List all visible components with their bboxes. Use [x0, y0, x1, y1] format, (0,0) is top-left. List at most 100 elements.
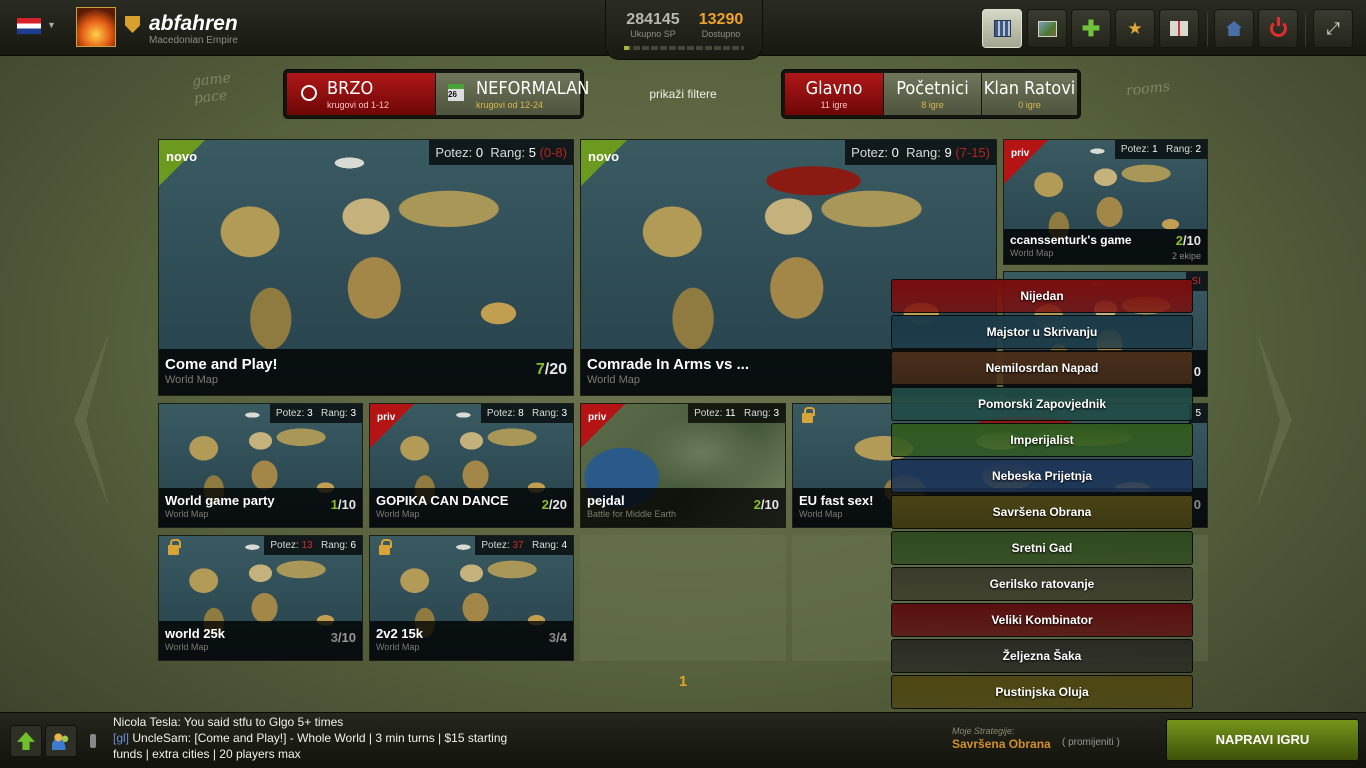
game-title: 2v2 15k	[376, 626, 423, 641]
turn-label: Potez:	[486, 408, 516, 419]
upgrade-button[interactable]	[10, 725, 42, 757]
game-card[interactable]: Potez: 13 Rang: 6 world 25k World Map 3/…	[158, 535, 363, 661]
game-footer: pejdal Battle for Middle Earth 2/10	[581, 488, 785, 527]
pace-slow-option[interactable]: 26 NEFORMALAN krugovi od 12-24	[436, 73, 589, 115]
strategy-option[interactable]: Pomorski Zapovjednik	[891, 387, 1193, 421]
turn-label: Potez:	[435, 145, 473, 160]
arrow-up-icon	[17, 732, 35, 750]
map-button[interactable]	[1027, 9, 1067, 48]
chat-message: [gl] UncleSam: [Come and Play!] - Whole …	[113, 730, 583, 746]
strategy-option[interactable]: Imperijalist	[891, 423, 1193, 457]
rank-range: (7-15)	[955, 145, 990, 160]
chat-scrollbar[interactable]	[89, 718, 97, 762]
players-max: /20	[544, 361, 567, 378]
available-label: Dostupno	[701, 29, 741, 39]
player-count: 1/10	[331, 497, 356, 512]
change-strategy-link[interactable]: ( promijeniti )	[1062, 737, 1120, 748]
player-count: 2/10	[754, 497, 779, 512]
strategy-option[interactable]: Nijedan	[891, 279, 1193, 313]
available-stat: 13290 Dostupno	[692, 11, 750, 39]
chevron-down-icon[interactable]: ▼	[47, 20, 56, 30]
power-icon	[1269, 17, 1287, 37]
book-icon	[1170, 21, 1188, 36]
strategy-option[interactable]: Majstor u Skrivanju	[891, 315, 1193, 349]
empty-slot	[580, 535, 786, 661]
turn-value: 0	[475, 145, 484, 160]
game-footer: Come and Play! World Map 7/20	[159, 349, 573, 395]
username[interactable]: abfahren	[149, 12, 238, 36]
game-card[interactable]: priv Potez: 11 Rang: 3 pejdal Battle for…	[580, 403, 786, 528]
game-card[interactable]: novo Potez: 0 Rang: 5 (0-8) Come and Pla…	[158, 139, 574, 396]
scroll-thumb[interactable]	[90, 734, 96, 748]
stats-panel: 284145 Ukupno SP 13290 Dostupno	[605, 0, 763, 60]
avatar[interactable]	[76, 7, 116, 47]
rank-value: 9	[944, 145, 952, 160]
game-footer: 2v2 15k World Map 3/4	[370, 621, 573, 660]
room-pocetnici[interactable]: Početnici 8 igre	[884, 73, 981, 115]
game-footer: World game party World Map 1/10	[159, 488, 362, 527]
chat-channel[interactable]: [gl]	[113, 731, 129, 745]
rank-range: (0-8)	[539, 145, 567, 160]
create-game-button[interactable]: NAPRAVI IGRU	[1166, 719, 1359, 761]
rooms-selector: Glavno 11 igre Početnici 8 igre Klan Rat…	[781, 69, 1081, 119]
strategy-option[interactable]: Nemilosrdan Napad	[891, 351, 1193, 385]
turn-value: 3	[307, 408, 313, 419]
room-label: Klan Ratovi	[983, 78, 1076, 99]
players-current: 2	[1175, 233, 1183, 248]
player-count: 3/10	[331, 630, 356, 645]
medal-button[interactable]: ★	[1115, 9, 1155, 48]
room-klan-ratovi[interactable]: Klan Ratovi 0 igre	[982, 73, 1077, 115]
my-strategy-label: Moje Strategije:	[952, 726, 1015, 736]
players-current: 2	[541, 497, 549, 512]
game-info: Potez: 0 Rang: 9 (7-15)	[845, 140, 996, 165]
strategy-option[interactable]: Savršena Obrana	[891, 495, 1193, 529]
room-glavno[interactable]: Glavno 11 igre	[785, 73, 883, 115]
game-title: Come and Play!	[165, 356, 278, 373]
my-strategy-value[interactable]: Savršena Obrana	[952, 737, 1051, 751]
game-map-name: World Map	[799, 509, 843, 519]
toolbar-separator	[1207, 12, 1208, 46]
shield-icon	[125, 16, 140, 33]
lock-icon	[802, 407, 815, 423]
home-button[interactable]	[1214, 9, 1254, 48]
show-filters-link[interactable]: prikaži filtere	[630, 87, 736, 101]
pace-fast-sub: krugovi od 1-12	[327, 100, 390, 110]
game-card[interactable]: Potez: 3 Rang: 3 World game party World …	[158, 403, 363, 528]
players-button[interactable]	[45, 725, 77, 757]
city-button[interactable]	[982, 9, 1022, 48]
croatia-flag-icon[interactable]	[16, 17, 42, 35]
fullscreen-icon: ⤢	[1326, 18, 1340, 38]
book-button[interactable]	[1159, 9, 1199, 48]
available-value: 13290	[698, 11, 744, 28]
turn-value: 8	[518, 408, 524, 419]
turn-value: 1	[1152, 144, 1158, 155]
new-badge-label: novo	[166, 149, 198, 164]
players-current: 1	[330, 497, 338, 512]
strategy-option[interactable]: Sretni Gad	[891, 531, 1193, 565]
strategy-option[interactable]: Željezna Šaka	[891, 639, 1193, 673]
fullscreen-button[interactable]: ⤢	[1313, 9, 1353, 48]
game-card[interactable]: Potez: 37 Rang: 4 2v2 15k World Map 3/4	[369, 535, 574, 661]
strategy-option[interactable]: Gerilsko ratovanje	[891, 567, 1193, 601]
strategy-option[interactable]: Nebeska Prijetnja	[891, 459, 1193, 493]
strategy-option[interactable]: Veliki Kombinator	[891, 603, 1193, 637]
chat-log: Nicola Tesla: You said stfu to Glgo 5+ t…	[113, 714, 583, 762]
private-badge-label: priv	[588, 412, 607, 423]
game-map-name: World Map	[165, 509, 209, 519]
strategy-option[interactable]: Pustinjska Oluja	[891, 675, 1193, 709]
add-button[interactable]: ✚	[1071, 9, 1111, 48]
game-info: Potez: 37 Rang: 4	[475, 536, 573, 555]
game-card[interactable]: priv Potez: 8 Rang: 3 GOPIKA CAN DANCE W…	[369, 403, 574, 528]
new-badge-label: novo	[588, 149, 620, 164]
clock-icon	[301, 85, 317, 101]
rank-value: 4	[561, 540, 567, 551]
turn-value: 37	[512, 540, 524, 551]
lock-icon	[168, 539, 181, 555]
pace-fast-option[interactable]: BRZO krugovi od 1-12	[287, 73, 435, 115]
page-number[interactable]: 1	[670, 673, 696, 690]
game-card[interactable]: priv Potez: 1 Rang: 2 ccanssenturk's gam…	[1003, 139, 1208, 265]
chat-message: funds | extra cities | 20 players max	[113, 747, 301, 761]
rank-label: Rang:	[743, 408, 771, 419]
pace-slow-sub: krugovi od 12-24	[476, 100, 544, 110]
power-button[interactable]	[1258, 9, 1298, 48]
